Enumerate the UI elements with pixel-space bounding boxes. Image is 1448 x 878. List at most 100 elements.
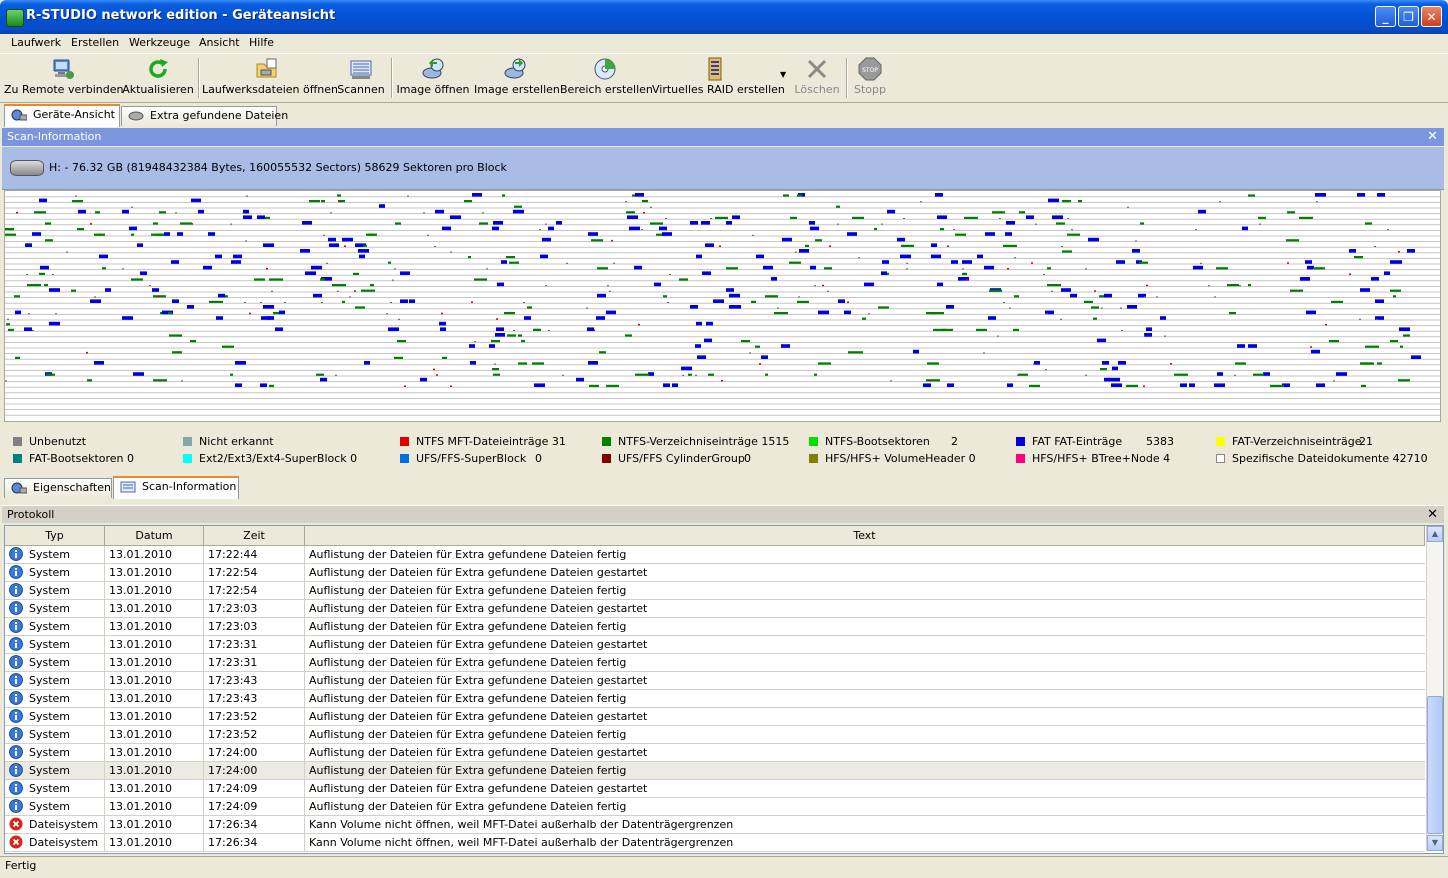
menu-ansicht[interactable]: Ansicht — [198, 34, 241, 52]
create-image-button[interactable]: Image erstellen — [474, 54, 560, 102]
cell-type: System — [5, 762, 105, 779]
disk-info-text: H: - 76.32 GB (81948432384 Bytes, 160055… — [49, 161, 507, 174]
minimize-button[interactable]: _ — [1375, 6, 1396, 27]
cell-type: System — [5, 654, 105, 671]
cell-time: 17:23:43 — [204, 672, 305, 689]
cell-date: 13.01.2010 — [105, 834, 204, 851]
cell-text: Auflistung der Dateien für Extra gefunde… — [309, 764, 627, 777]
cell-type: Dateisystem — [5, 816, 105, 833]
cell-date: 13.01.2010 — [105, 780, 204, 797]
tab-scan-information[interactable]: Scan-Information — [113, 476, 239, 499]
cell-text: Auflistung der Dateien für Extra gefunde… — [309, 674, 648, 687]
info-icon — [9, 781, 23, 795]
cell-date: 13.01.2010 — [105, 654, 204, 671]
table-row[interactable]: System 13.01.2010 17:24:09 Auflistung der D… — [5, 780, 1425, 798]
open-image-icon — [422, 58, 444, 79]
table-row[interactable]: System 13.01.2010 17:23:03 Auflistung der D… — [5, 600, 1425, 618]
cell-text: Auflistung der Dateien für Extra gefunde… — [309, 692, 627, 705]
close-button[interactable]: ✕ — [1421, 6, 1442, 27]
info-icon — [9, 565, 23, 579]
menu-erstellen[interactable]: Erstellen — [70, 34, 120, 52]
refresh-button[interactable]: Aktualisieren — [122, 54, 194, 102]
table-row[interactable]: System 13.01.2010 17:24:00 Auflistung der D… — [5, 744, 1425, 762]
column-header-time[interactable]: Zeit — [204, 526, 305, 545]
cell-type: System — [5, 690, 105, 707]
scan-legend: Unbenutzt Nicht erkannt NTFS MFT-Dateiei… — [2, 428, 1444, 474]
tab-device-view[interactable]: Geräte-Ansicht — [4, 104, 120, 127]
maximize-button[interactable]: ❐ — [1398, 6, 1419, 27]
cell-text: Auflistung der Dateien für Extra gefunde… — [309, 710, 648, 723]
status-bar: Fertig — [0, 856, 1448, 878]
cell-type: System — [5, 618, 105, 635]
table-row[interactable]: System 13.01.2010 17:23:03 Auflistung der D… — [5, 618, 1425, 636]
cell-time: 17:22:54 — [204, 564, 305, 581]
cell-type: System — [5, 744, 105, 761]
table-row[interactable]: System 13.01.2010 17:23:52 Auflistung der D… — [5, 726, 1425, 744]
remote-connect-icon — [53, 59, 74, 79]
table-row[interactable]: System 13.01.2010 17:22:54 Auflistung der D… — [5, 564, 1425, 582]
device-view-icon — [11, 109, 27, 121]
tab-properties[interactable]: Eigenschaften — [4, 478, 112, 498]
cell-time: 17:23:31 — [204, 636, 305, 653]
menu-laufwerk[interactable]: Laufwerk — [10, 34, 62, 52]
cell-time: 17:26:34 — [204, 834, 305, 851]
table-row[interactable]: System 13.01.2010 17:23:43 Auflistung der D… — [5, 690, 1425, 708]
column-header-date[interactable]: Datum — [105, 526, 204, 545]
delete-button[interactable]: Löschen — [792, 54, 842, 102]
scroll-up-icon[interactable]: ▲ — [1427, 526, 1443, 542]
open-drive-files-icon — [256, 58, 277, 78]
menu-hilfe[interactable]: Hilfe — [248, 34, 275, 52]
cell-time: 17:23:03 — [204, 618, 305, 635]
cell-text: Auflistung der Dateien für Extra gefunde… — [309, 584, 627, 597]
cell-time: 17:24:09 — [204, 798, 305, 815]
close-log-panel-icon[interactable]: ✕ — [1427, 506, 1438, 524]
info-icon — [9, 691, 23, 705]
menu-werkzeuge[interactable]: Werkzeuge — [128, 34, 191, 52]
remote-connect-button[interactable]: Zu Remote verbinden — [4, 54, 123, 102]
cell-type: System — [5, 564, 105, 581]
scroll-thumb[interactable] — [1427, 696, 1443, 834]
table-row[interactable]: System 13.01.2010 17:24:09 Auflistung der D… — [5, 798, 1425, 816]
info-icon — [9, 799, 23, 813]
cell-text: Kann Volume nicht öffnen, weil MFT-Datei… — [309, 836, 734, 849]
top-tab-row: Geräte-Ansicht Extra gefundene Dateien — [0, 103, 1448, 127]
info-icon — [9, 583, 23, 597]
table-row[interactable]: Dateisystem 13.01.2010 17:26:34 Kann Volume… — [5, 816, 1425, 834]
error-icon — [9, 835, 23, 849]
cell-type: System — [5, 798, 105, 815]
close-scan-panel-icon[interactable]: ✕ — [1427, 128, 1438, 146]
table-row[interactable]: System 13.01.2010 17:23:31 Auflistung der D… — [5, 654, 1425, 672]
table-row[interactable]: Dateisystem 13.01.2010 17:26:34 Kann Volume… — [5, 834, 1425, 852]
create-region-button[interactable]: Bereich erstellen — [560, 54, 653, 102]
cell-type: System — [5, 600, 105, 617]
svg-text:STOP: STOP — [862, 67, 878, 74]
open-image-button[interactable]: Image öffnen — [396, 54, 470, 102]
log-header: Protokoll ✕ — [2, 505, 1444, 523]
scan-icon — [350, 60, 372, 79]
column-header-text[interactable]: Text — [305, 526, 1425, 545]
raid-dropdown-arrow[interactable]: ▼ — [780, 70, 786, 79]
log-table-header: Typ Datum Zeit Text — [5, 526, 1425, 546]
cell-date: 13.01.2010 — [105, 762, 204, 779]
cell-text: Kann Volume nicht öffnen, weil MFT-Datei… — [309, 818, 734, 831]
table-row[interactable]: System 13.01.2010 17:22:54 Auflistung der D… — [5, 582, 1425, 600]
tab-extra-found-files[interactable]: Extra gefundene Dateien — [121, 106, 288, 126]
status-text: Fertig — [5, 859, 37, 872]
cell-date: 13.01.2010 — [105, 726, 204, 743]
open-drive-files-button[interactable]: Laufwerksdateien öffnen — [202, 54, 338, 102]
refresh-icon — [149, 59, 168, 78]
column-header-type[interactable]: Typ — [5, 526, 105, 545]
info-icon — [9, 655, 23, 669]
table-row[interactable]: System 13.01.2010 17:22:44 Auflistung der D… — [5, 546, 1425, 564]
table-row[interactable]: System 13.01.2010 17:24:00 Auflistung der D… — [5, 762, 1425, 780]
create-virtual-raid-button[interactable]: Virtuelles RAID erstellen — [652, 54, 785, 102]
stop-button[interactable]: STOP Stopp — [850, 54, 890, 102]
table-row[interactable]: System 13.01.2010 17:23:43 Auflistung der D… — [5, 672, 1425, 690]
cell-text: Auflistung der Dateien für Extra gefunde… — [309, 800, 627, 813]
log-scrollbar[interactable]: ▲ ▼ — [1426, 526, 1443, 851]
scroll-down-icon[interactable]: ▼ — [1427, 835, 1443, 851]
scan-button[interactable]: Scannen — [334, 54, 388, 102]
hard-disk-icon — [10, 160, 44, 176]
table-row[interactable]: System 13.01.2010 17:23:31 Auflistung der D… — [5, 636, 1425, 654]
table-row[interactable]: System 13.01.2010 17:23:52 Auflistung der D… — [5, 708, 1425, 726]
